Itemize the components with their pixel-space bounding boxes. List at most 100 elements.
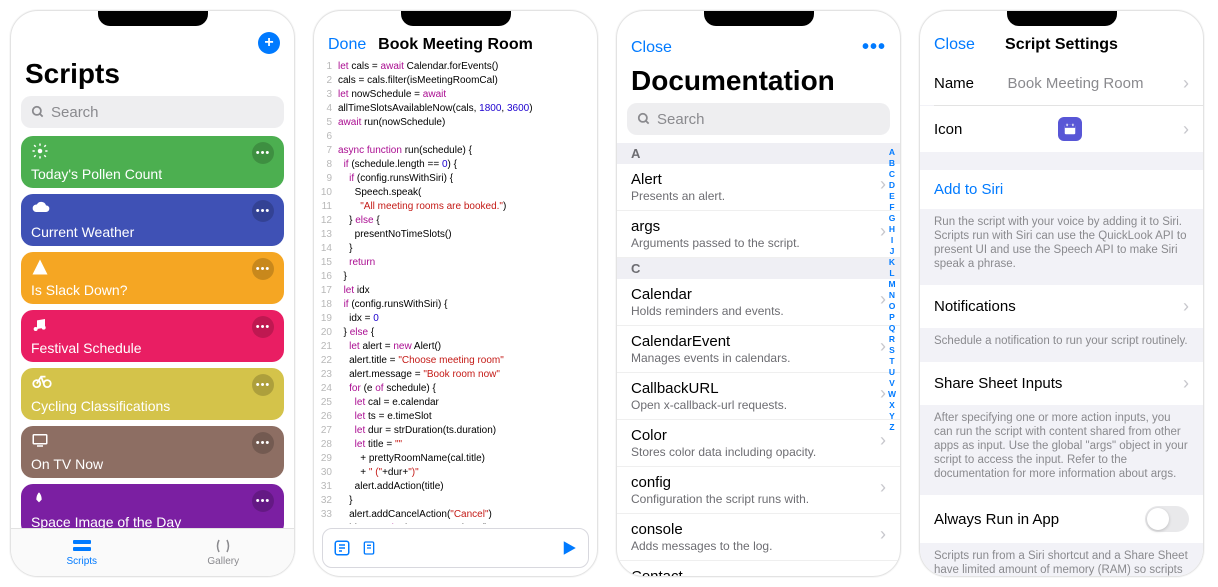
tab-gallery[interactable]: Gallery — [153, 529, 295, 576]
card-more-button[interactable]: ••• — [252, 316, 274, 338]
doc-item[interactable]: configConfiguration the script runs with… — [617, 467, 900, 514]
add-script-button[interactable]: + — [258, 32, 280, 54]
name-label: Name — [934, 75, 974, 92]
script-card[interactable]: ••• On TV Now — [21, 426, 284, 478]
code-editor[interactable]: 1let cals = await Calendar.forEvents()2c… — [314, 60, 597, 524]
index-letter[interactable]: M — [888, 279, 895, 290]
always-run-toggle[interactable] — [1145, 506, 1189, 532]
doc-item-desc: Presents an alert. — [631, 189, 886, 203]
search-input[interactable]: Search — [21, 96, 284, 128]
name-row[interactable]: Name Book Meeting Room — [920, 62, 1203, 105]
index-letter[interactable]: Q — [889, 323, 896, 334]
index-letter[interactable]: V — [889, 378, 895, 389]
doc-item[interactable]: ContactContact in the address book. — [617, 561, 900, 576]
tab-scripts[interactable]: Scripts — [11, 529, 153, 576]
index-letter[interactable]: F — [889, 202, 894, 213]
index-letter[interactable]: D — [889, 180, 895, 191]
doc-item[interactable]: CalendarEventManages events in calendars… — [617, 326, 900, 373]
index-letter[interactable]: K — [889, 257, 895, 268]
index-letter[interactable]: P — [889, 312, 895, 323]
index-letter[interactable]: O — [889, 301, 896, 312]
section-header: A — [617, 143, 900, 164]
editor-toolbar — [322, 528, 589, 568]
add-to-siri-button[interactable]: Add to Siri — [920, 170, 1203, 209]
index-letter[interactable]: W — [888, 389, 896, 400]
index-letter[interactable]: C — [889, 169, 895, 180]
notch — [920, 11, 1203, 26]
done-button[interactable]: Done — [328, 36, 366, 54]
index-letter[interactable]: H — [889, 224, 895, 235]
index-letter[interactable]: B — [889, 158, 895, 169]
doc-list: A AlertPresents an alert.argsArguments pa… — [617, 143, 900, 576]
name-value: Book Meeting Room — [1008, 75, 1144, 92]
doc-item-desc: Holds reminders and events. — [631, 304, 886, 318]
script-card[interactable]: ••• Is Slack Down? — [21, 252, 284, 304]
index-letter[interactable]: I — [891, 235, 893, 246]
card-label: Cycling Classifications — [31, 398, 274, 414]
notifications-row[interactable]: Notifications — [920, 285, 1203, 328]
close-button[interactable]: Close — [934, 36, 975, 54]
script-card[interactable]: •••Current Weather — [21, 194, 284, 246]
index-letter[interactable]: J — [890, 246, 895, 257]
index-letter[interactable]: Y — [889, 411, 895, 422]
close-button[interactable]: Close — [631, 39, 672, 57]
card-more-button[interactable]: ••• — [252, 490, 274, 512]
card-label: On TV Now — [31, 456, 274, 472]
script-card[interactable]: ••• Space Image of the Day — [21, 484, 284, 528]
page-title: Scripts — [11, 56, 294, 96]
index-letter[interactable]: R — [889, 334, 895, 345]
script-card[interactable]: ••• Today's Pollen Count — [21, 136, 284, 188]
notifications-label: Notifications — [934, 298, 1016, 315]
card-more-button[interactable]: ••• — [252, 432, 274, 454]
doc-title: Documentation — [617, 63, 900, 103]
card-more-button[interactable]: ••• — [252, 374, 274, 396]
share-sheet-row[interactable]: Share Sheet Inputs — [920, 362, 1203, 405]
card-label: Is Slack Down? — [31, 282, 274, 298]
card-label: Space Image of the Day — [31, 514, 274, 528]
doc-item[interactable]: CalendarHolds reminders and events. — [617, 279, 900, 326]
run-button[interactable] — [560, 539, 578, 557]
doc-item-desc: Configuration the script runs with. — [631, 492, 886, 506]
card-label: Today's Pollen Count — [31, 166, 274, 182]
index-letter[interactable]: S — [889, 345, 895, 356]
section-index[interactable]: ABCDEFGHIJKLMNOPQRSTUVWXYZ — [886, 143, 898, 576]
index-letter[interactable]: Z — [889, 422, 894, 433]
doc-item[interactable]: consoleAdds messages to the log. — [617, 514, 900, 561]
tab-bar: Scripts Gallery — [11, 528, 294, 576]
more-menu-button[interactable]: ••• — [862, 36, 886, 59]
doc-item-desc: Stores color data including opacity. — [631, 445, 886, 459]
share-label: Share Sheet Inputs — [934, 375, 1062, 392]
index-letter[interactable]: N — [889, 290, 895, 301]
always-run-row[interactable]: Always Run in App — [920, 495, 1203, 543]
cloud-icon — [31, 200, 49, 218]
card-label: Festival Schedule — [31, 340, 274, 356]
doc-search-input[interactable]: Search — [627, 103, 890, 135]
index-letter[interactable]: L — [889, 268, 894, 279]
index-letter[interactable]: G — [889, 213, 896, 224]
doc-item-name: config — [631, 474, 886, 491]
card-more-button[interactable]: ••• — [252, 200, 274, 222]
doc-item[interactable]: argsArguments passed to the script. — [617, 211, 900, 258]
warning-icon — [31, 258, 49, 276]
index-letter[interactable]: X — [889, 400, 895, 411]
index-letter[interactable]: U — [889, 367, 895, 378]
search-icon — [637, 112, 651, 126]
settings-screen: Close Script Settings Name Book Meeting … — [919, 10, 1204, 577]
doc-item[interactable]: ColorStores color data including opacity… — [617, 420, 900, 467]
docs-icon[interactable] — [361, 539, 377, 557]
index-letter[interactable]: A — [889, 147, 895, 158]
index-letter[interactable]: T — [889, 356, 894, 367]
script-card[interactable]: ••• Cycling Classifications — [21, 368, 284, 420]
icon-row[interactable]: Icon — [920, 106, 1203, 152]
card-more-button[interactable]: ••• — [252, 142, 274, 164]
calendar-icon — [1058, 117, 1082, 141]
script-card[interactable]: ••• Festival Schedule — [21, 310, 284, 362]
doc-item[interactable]: AlertPresents an alert. — [617, 164, 900, 211]
siri-hint: Run the script with your voice by adding… — [920, 209, 1203, 285]
doc-item[interactable]: CallbackURLOpen x-callback-url requests. — [617, 373, 900, 420]
gear-icon — [31, 142, 49, 160]
settings-icon[interactable] — [333, 539, 351, 557]
doc-item-desc: Arguments passed to the script. — [631, 236, 886, 250]
index-letter[interactable]: E — [889, 191, 895, 202]
card-more-button[interactable]: ••• — [252, 258, 274, 280]
